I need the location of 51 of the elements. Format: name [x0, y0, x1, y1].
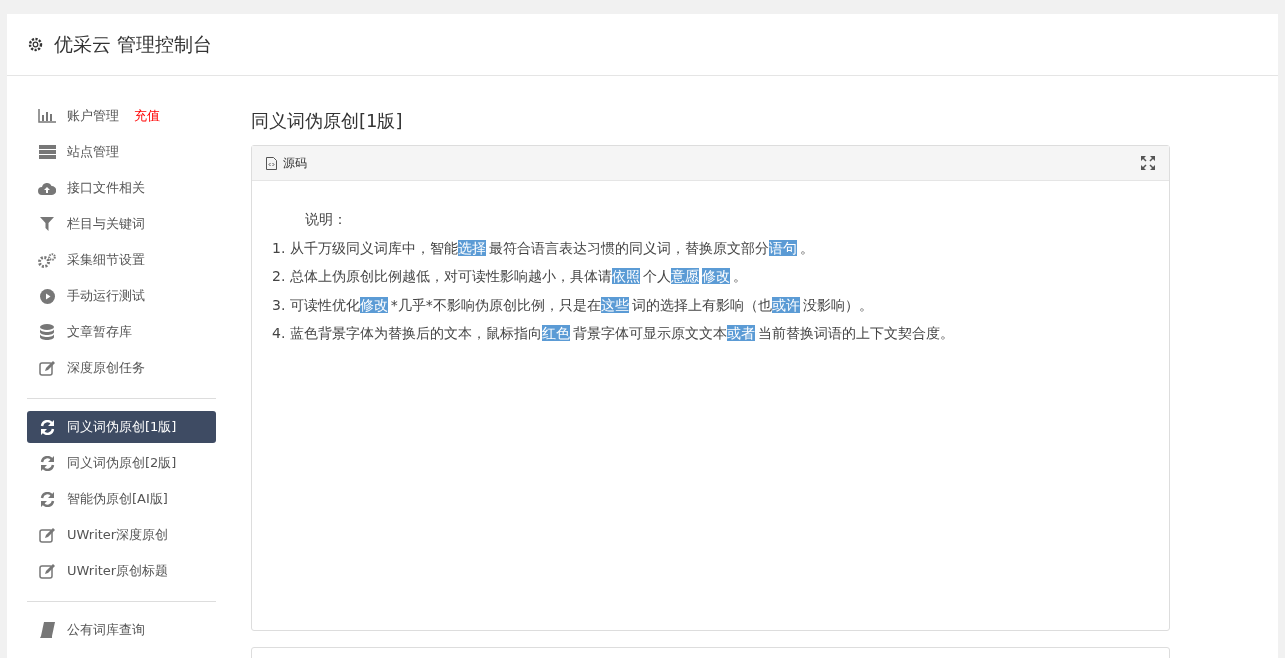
database-icon	[40, 324, 54, 340]
cloud-upload-icon	[38, 181, 56, 195]
description-line: 4. 蓝色背景字体为替换后的文本，鼠标指向红色 背景字体可显示原文文本或者 当前替换词语的上下文契合度。	[272, 324, 955, 343]
sidebar-item[interactable]: 深度原创任务	[27, 352, 216, 384]
sidebar-label: UWriter深度原创	[67, 526, 169, 544]
sidebar-item[interactable]: 采集细节设置	[27, 244, 216, 276]
filter-icon	[40, 217, 54, 231]
sidebar-item[interactable]: 智能伪原创[AI版]	[27, 483, 216, 515]
sidebar-item[interactable]: 接口文件相关	[27, 172, 216, 204]
recharge-link[interactable]: 充值	[134, 107, 160, 125]
sidebar-item[interactable]: 同义词伪原创[1版]	[27, 411, 216, 443]
sidebar-item[interactable]: UWriter原创标题	[27, 555, 216, 587]
sidebar-item[interactable]: 栏目与关键词	[27, 208, 216, 240]
code-file-icon	[266, 156, 277, 170]
refresh-icon	[39, 419, 55, 435]
sidebar-item[interactable]: UWriter深度原创	[27, 519, 216, 551]
description-heading: 说明：	[304, 210, 348, 229]
play-icon	[39, 288, 55, 304]
app-title: 优采云 管理控制台	[54, 31, 213, 57]
edit-icon	[39, 360, 55, 376]
bar-chart-icon	[38, 109, 56, 123]
page-title: 同义词伪原创[1版]	[251, 109, 404, 133]
sidebar-label: 公有词库查询	[67, 621, 145, 639]
sidebar-label: 智能伪原创[AI版]	[67, 490, 168, 508]
source-tab[interactable]: 源码	[266, 154, 307, 172]
sidebar-item[interactable]: 站点管理	[27, 136, 216, 168]
sidebar-label: 文章暂存库	[67, 323, 132, 341]
sidebar-label: 账户管理	[67, 107, 119, 125]
sidebar-label: 采集细节设置	[67, 251, 145, 269]
settings-icon	[27, 36, 44, 53]
sidebar-item[interactable]: 公有词库查询	[27, 614, 216, 646]
edit-icon	[39, 563, 55, 579]
server-icon	[38, 145, 56, 159]
sidebar-label: 同义词伪原创[1版]	[67, 418, 177, 436]
refresh-icon	[39, 455, 55, 471]
sidebar-label: 接口文件相关	[67, 179, 145, 197]
refresh-icon	[39, 491, 55, 507]
fullscreen-icon[interactable]	[1141, 156, 1155, 170]
sidebar-label: 手动运行测试	[67, 287, 145, 305]
sidebar-label: UWriter原创标题	[67, 562, 169, 580]
sidebar-label: 栏目与关键词	[67, 215, 145, 233]
sidebar-label: 同义词伪原创[2版]	[67, 454, 177, 472]
sidebar-label: 站点管理	[67, 143, 119, 161]
gears-icon	[38, 252, 56, 268]
sidebar-item[interactable]: 账户管理 充值	[27, 100, 216, 132]
sidebar-item[interactable]: 文章暂存库	[27, 316, 216, 348]
sidebar-item[interactable]: 同义词伪原创[2版]	[27, 447, 216, 479]
sidebar-label: 深度原创任务	[67, 359, 145, 377]
edit-icon	[39, 527, 55, 543]
book-icon	[39, 622, 55, 638]
sidebar-item[interactable]: 手动运行测试	[27, 280, 216, 312]
